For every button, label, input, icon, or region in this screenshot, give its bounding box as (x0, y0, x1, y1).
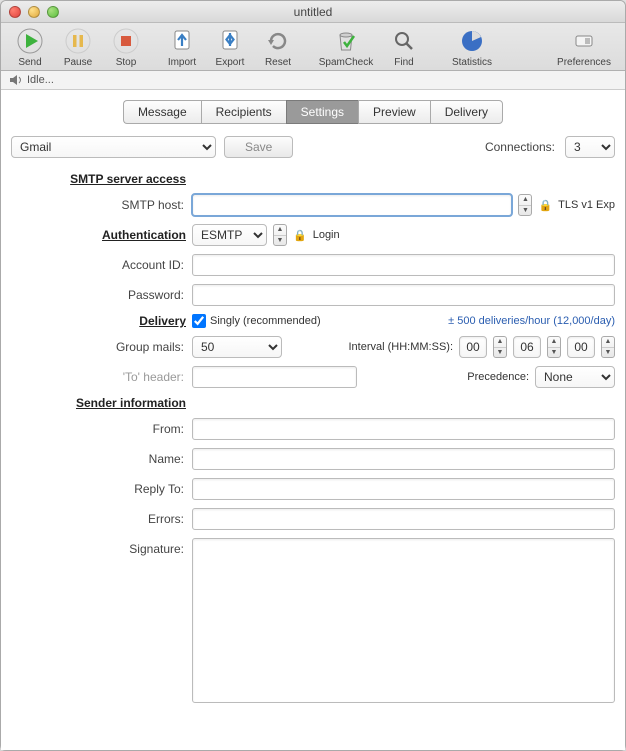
content-area: Message Recipients Settings Preview Deli… (1, 90, 625, 750)
lock-icon: 🔒 (293, 229, 307, 242)
app-window: untitled Send Pause Stop (0, 0, 626, 751)
from-field[interactable] (192, 418, 615, 440)
section-sender: Sender information (11, 396, 186, 410)
preset-select[interactable]: Gmail (11, 136, 216, 158)
toolbar: Send Pause Stop Import (1, 23, 625, 71)
smtp-host-label: SMTP host: (11, 198, 186, 212)
singly-checkbox[interactable]: Singly (recommended) (192, 314, 321, 328)
account-id-field[interactable] (192, 254, 615, 276)
replyto-field[interactable] (192, 478, 615, 500)
interval-ss-field[interactable] (567, 336, 595, 358)
smtp-host-field[interactable] (192, 194, 512, 216)
save-button[interactable]: Save (224, 136, 293, 158)
to-header-label: 'To' header: (11, 370, 186, 384)
smtp-host-stepper[interactable]: ▲▼ (518, 194, 532, 216)
play-icon (16, 27, 44, 55)
auth-login-label: Login (313, 229, 340, 241)
group-mails-select[interactable]: 50 (192, 336, 282, 358)
signature-label: Signature: (11, 538, 186, 556)
pie-chart-icon (458, 27, 486, 55)
statistics-button[interactable]: Statistics (437, 27, 507, 68)
reset-button[interactable]: Reset (255, 27, 301, 68)
password-field[interactable] (192, 284, 615, 306)
interval-hh-field[interactable] (459, 336, 487, 358)
tab-preview[interactable]: Preview (358, 100, 430, 124)
to-header-field[interactable] (192, 366, 357, 388)
interval-hh-stepper[interactable]: ▲▼ (493, 336, 507, 358)
interval-ss-stepper[interactable]: ▲▼ (601, 336, 615, 358)
status-bar: Idle... (1, 71, 625, 90)
trash-check-icon (332, 27, 360, 55)
signature-field[interactable] (192, 538, 615, 703)
errors-label: Errors: (11, 512, 186, 526)
interval-label: Interval (HH:MM:SS): (348, 341, 453, 353)
precedence-select[interactable]: None (535, 366, 615, 388)
pause-button[interactable]: Pause (55, 27, 101, 68)
interval-mm-stepper[interactable]: ▲▼ (547, 336, 561, 358)
errors-field[interactable] (192, 508, 615, 530)
section-auth: Authentication (11, 228, 186, 242)
tab-recipients[interactable]: Recipients (201, 100, 286, 124)
magnifier-icon (390, 27, 418, 55)
precedence-label: Precedence: (467, 371, 529, 383)
pause-icon (64, 27, 92, 55)
singly-checkbox-input[interactable] (192, 314, 206, 328)
connections-select[interactable]: 3 (565, 136, 615, 158)
name-field[interactable] (192, 448, 615, 470)
import-button[interactable]: Import (159, 27, 205, 68)
titlebar: untitled (1, 1, 625, 23)
stop-icon (112, 27, 140, 55)
reset-icon (264, 27, 292, 55)
speaker-icon (9, 74, 23, 86)
section-smtp: SMTP server access (11, 172, 186, 186)
tab-message[interactable]: Message (123, 100, 201, 124)
password-label: Password: (11, 288, 186, 302)
interval-mm-field[interactable] (513, 336, 541, 358)
delivery-rate-text: ± 500 deliveries/hour (12,000/day) (448, 315, 615, 327)
tab-delivery[interactable]: Delivery (430, 100, 503, 124)
auth-method-select[interactable]: ESMTP (192, 224, 267, 246)
export-icon (216, 27, 244, 55)
preferences-button[interactable]: Preferences (549, 27, 619, 68)
tab-settings[interactable]: Settings (286, 100, 358, 124)
status-text: Idle... (27, 74, 54, 86)
send-button[interactable]: Send (7, 27, 53, 68)
replyto-label: Reply To: (11, 482, 186, 496)
lock-icon: 🔒 (538, 199, 552, 212)
group-mails-label: Group mails: (11, 340, 186, 354)
tls-label: TLS v1 Exp (558, 199, 615, 211)
spamcheck-button[interactable]: SpamCheck (311, 27, 381, 68)
import-icon (168, 27, 196, 55)
tab-bar: Message Recipients Settings Preview Deli… (11, 100, 615, 124)
window-title: untitled (1, 5, 625, 19)
account-id-label: Account ID: (11, 258, 186, 272)
find-button[interactable]: Find (381, 27, 427, 68)
auth-method-stepper[interactable]: ▲▼ (273, 224, 287, 246)
name-label: Name: (11, 452, 186, 466)
switch-icon (570, 27, 598, 55)
export-button[interactable]: Export (207, 27, 253, 68)
connections-label: Connections: (485, 140, 557, 154)
stop-button[interactable]: Stop (103, 27, 149, 68)
section-delivery: Delivery (11, 314, 186, 328)
from-label: From: (11, 422, 186, 436)
